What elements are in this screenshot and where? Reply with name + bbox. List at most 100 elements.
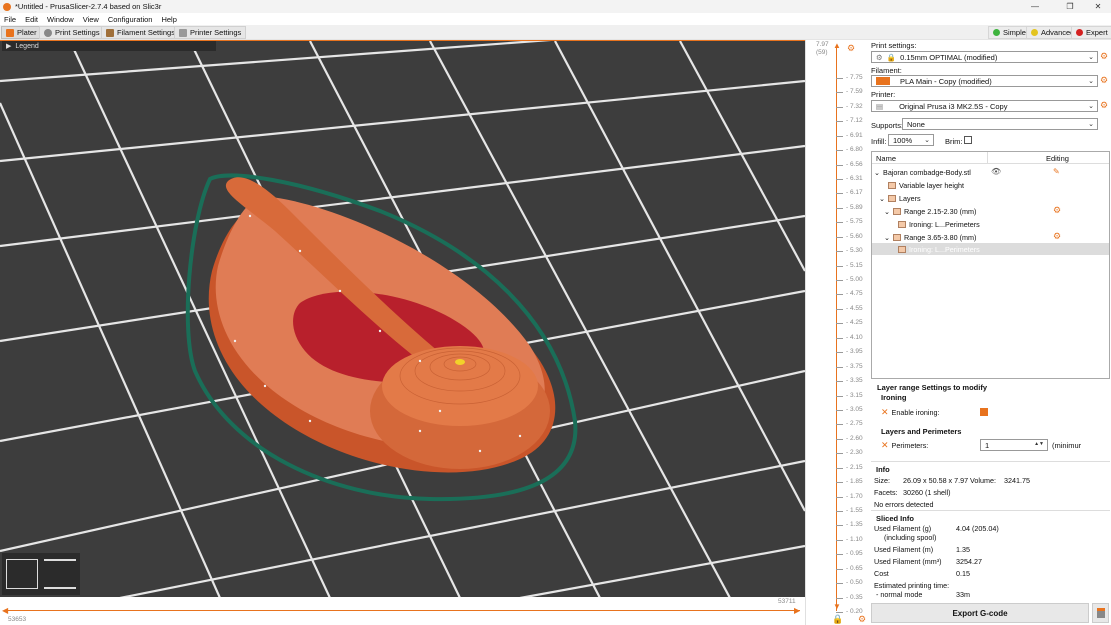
remove-setting-icon[interactable]: ✕ bbox=[881, 440, 889, 451]
size-label: Size: bbox=[874, 476, 890, 485]
layer-top-value: 7.97 bbox=[816, 41, 829, 48]
tree-row-range-2[interactable]: ⌄ Range 3.65-3.80 (mm) bbox=[884, 231, 976, 243]
export-gcode-button[interactable]: Export G-code bbox=[871, 603, 1089, 623]
layer-tick-mark bbox=[836, 121, 843, 123]
layer-tick-mark bbox=[836, 222, 843, 224]
layer-tick-label: - 5.60 bbox=[846, 232, 863, 240]
layer-tick-mark bbox=[836, 583, 843, 585]
3d-viewport[interactable] bbox=[0, 40, 805, 597]
layer-bottom-handle-icon[interactable]: ▼ bbox=[833, 602, 841, 611]
printer-value: Original Prusa i3 MK2.5S - Copy bbox=[899, 101, 1008, 111]
layer-tick-mark bbox=[836, 135, 843, 137]
object-list-header: Name Editing bbox=[872, 152, 1109, 164]
settings-icon bbox=[898, 245, 906, 253]
sliced-value: 0.15 bbox=[956, 569, 970, 578]
perimeters-value: 1 bbox=[985, 440, 990, 450]
menu-configuration[interactable]: Configuration bbox=[108, 15, 153, 24]
chevron-down-icon: ⌄ bbox=[884, 206, 891, 216]
settings-icon bbox=[898, 220, 906, 228]
layer-tick-label: - 1.35 bbox=[846, 521, 863, 529]
column-name: Name bbox=[876, 154, 897, 163]
perimeters-input[interactable]: 1 ▲▼ bbox=[980, 439, 1048, 451]
layer-tick-label: - 3.35 bbox=[846, 377, 863, 385]
chevron-down-icon: ⌄ bbox=[879, 193, 886, 203]
layer-top-handle-icon[interactable]: ▲ bbox=[833, 41, 841, 50]
layer-tick-mark bbox=[836, 150, 843, 152]
mode-expert-button[interactable]: Expert bbox=[1071, 26, 1111, 39]
layer-tick-label: - 0.20 bbox=[846, 608, 863, 615]
legend-toggle[interactable]: ▶ Legend bbox=[2, 41, 216, 51]
menu-window[interactable]: Window bbox=[47, 15, 74, 24]
settings-header: Layer range Settings to modify bbox=[877, 383, 988, 392]
sd-card-icon[interactable] bbox=[1092, 603, 1109, 623]
print-settings-edit-icon[interactable]: ⚙ bbox=[1100, 51, 1108, 62]
sliced-info-title: Sliced Info bbox=[876, 514, 914, 523]
menu-view[interactable]: View bbox=[83, 15, 99, 24]
range-2-settings-icon[interactable]: ⚙ bbox=[1053, 231, 1061, 242]
brim-label: Brim: bbox=[945, 137, 963, 146]
layer-tick-mark bbox=[836, 106, 843, 108]
layers-view-icon[interactable] bbox=[44, 559, 76, 589]
layer-tick-mark bbox=[836, 265, 843, 267]
slider-left-handle-icon[interactable]: ◀ bbox=[2, 606, 8, 615]
tab-bar: Plater Print Settings Filament Settings … bbox=[0, 25, 1111, 40]
tab-print-settings[interactable]: Print Settings bbox=[39, 26, 105, 39]
tree-row-range-1[interactable]: ⌄ Range 2.15-2.30 (mm) bbox=[884, 205, 976, 217]
close-icon[interactable]: ✕ bbox=[1083, 0, 1111, 13]
layer-height-icon bbox=[888, 181, 896, 189]
tree-row-layers[interactable]: ⌄ Layers bbox=[879, 192, 921, 204]
3d-view-icon[interactable] bbox=[6, 559, 38, 589]
spinner-icon[interactable]: ▲▼ bbox=[1034, 441, 1044, 447]
mode-simple-button[interactable]: Simple bbox=[988, 26, 1031, 39]
chevron-down-icon: ⌄ bbox=[1088, 78, 1094, 85]
layer-tick-label: - 1.70 bbox=[846, 492, 863, 500]
layer-tick-mark bbox=[836, 554, 843, 556]
minimize-icon[interactable]: — bbox=[1020, 0, 1050, 13]
menu-help[interactable]: Help bbox=[161, 15, 176, 24]
mode-label: Advanced bbox=[1041, 28, 1075, 37]
menu-file[interactable]: File bbox=[4, 15, 16, 24]
tab-filament-settings[interactable]: Filament Settings bbox=[101, 26, 180, 39]
supports-combo[interactable]: None ⌄ bbox=[902, 118, 1098, 130]
tab-printer-settings[interactable]: Printer Settings bbox=[174, 26, 247, 39]
filament-combo[interactable]: PLA Main - Copy (modified) ⌄ bbox=[871, 75, 1098, 87]
volume-value: 3241.75 bbox=[1004, 476, 1030, 485]
volume-label: Volume: bbox=[970, 476, 996, 485]
cog-bottom-icon[interactable]: ⚙ bbox=[858, 614, 866, 625]
tab-plater[interactable]: Plater bbox=[1, 26, 42, 39]
filament-value: PLA Main - Copy (modified) bbox=[900, 76, 992, 86]
printer-combo[interactable]: ▤ Original Prusa i3 MK2.5S - Copy ⌄ bbox=[871, 100, 1098, 112]
layer-tick-label: - 5.15 bbox=[846, 261, 863, 269]
eye-icon[interactable]: 👁 bbox=[991, 167, 1001, 176]
edit-object-icon[interactable]: ✎ bbox=[1053, 167, 1060, 176]
supports-label: Supports: bbox=[871, 121, 904, 130]
layer-tick-mark bbox=[836, 179, 843, 181]
tree-row-variable-layer[interactable]: Variable layer height bbox=[888, 179, 964, 191]
menu-edit[interactable]: Edit bbox=[25, 15, 38, 24]
facets-label: Facets: bbox=[874, 488, 898, 497]
slider-right-handle-icon[interactable]: ▶ bbox=[794, 606, 800, 615]
layer-tick-mark bbox=[836, 337, 843, 339]
lock-icon[interactable]: 🔒 bbox=[832, 614, 843, 625]
infill-combo[interactable]: 100% ⌄ bbox=[888, 134, 934, 146]
filament-color-swatch[interactable] bbox=[876, 77, 890, 85]
range-1-settings-icon[interactable]: ⚙ bbox=[1053, 205, 1061, 216]
enable-ironing-label: Enable ironing: bbox=[891, 408, 940, 417]
tree-row-object[interactable]: ⌄ Bajoran combadge-Body.stl bbox=[874, 166, 971, 178]
enable-ironing-checkbox[interactable] bbox=[980, 408, 988, 416]
lock-icon: 🔒 bbox=[886, 52, 897, 62]
tree-row-ironing-2[interactable]: Ironing: L...Perimeters bbox=[898, 243, 980, 255]
filament-edit-icon[interactable]: ⚙ bbox=[1100, 75, 1108, 86]
sliced-label: Cost bbox=[874, 569, 889, 578]
print-settings-combo[interactable]: ⚙ 🔒 0.15mm OPTIMAL (modified) ⌄ bbox=[871, 51, 1098, 63]
cog-icon[interactable]: ⚙ bbox=[847, 43, 855, 54]
horizontal-slider[interactable]: ◀ ▶ 53653 53711 bbox=[0, 597, 805, 625]
remove-setting-icon[interactable]: ✕ bbox=[881, 407, 889, 418]
chevron-down-icon: ⌄ bbox=[924, 137, 930, 144]
printer-edit-icon[interactable]: ⚙ bbox=[1100, 100, 1108, 111]
vertical-layer-slider[interactable]: 7.97 (59) ⚙ ▲ ▼ 🔒 ⚙ - 7.75 - 7.59 - 7.32 - … bbox=[805, 40, 870, 625]
restore-icon[interactable]: ❐ bbox=[1055, 0, 1085, 13]
tree-row-ironing-1[interactable]: Ironing: L...Perimeters bbox=[898, 218, 980, 230]
layer-tick-label: - 4.25 bbox=[846, 319, 863, 327]
brim-checkbox[interactable] bbox=[964, 136, 972, 144]
